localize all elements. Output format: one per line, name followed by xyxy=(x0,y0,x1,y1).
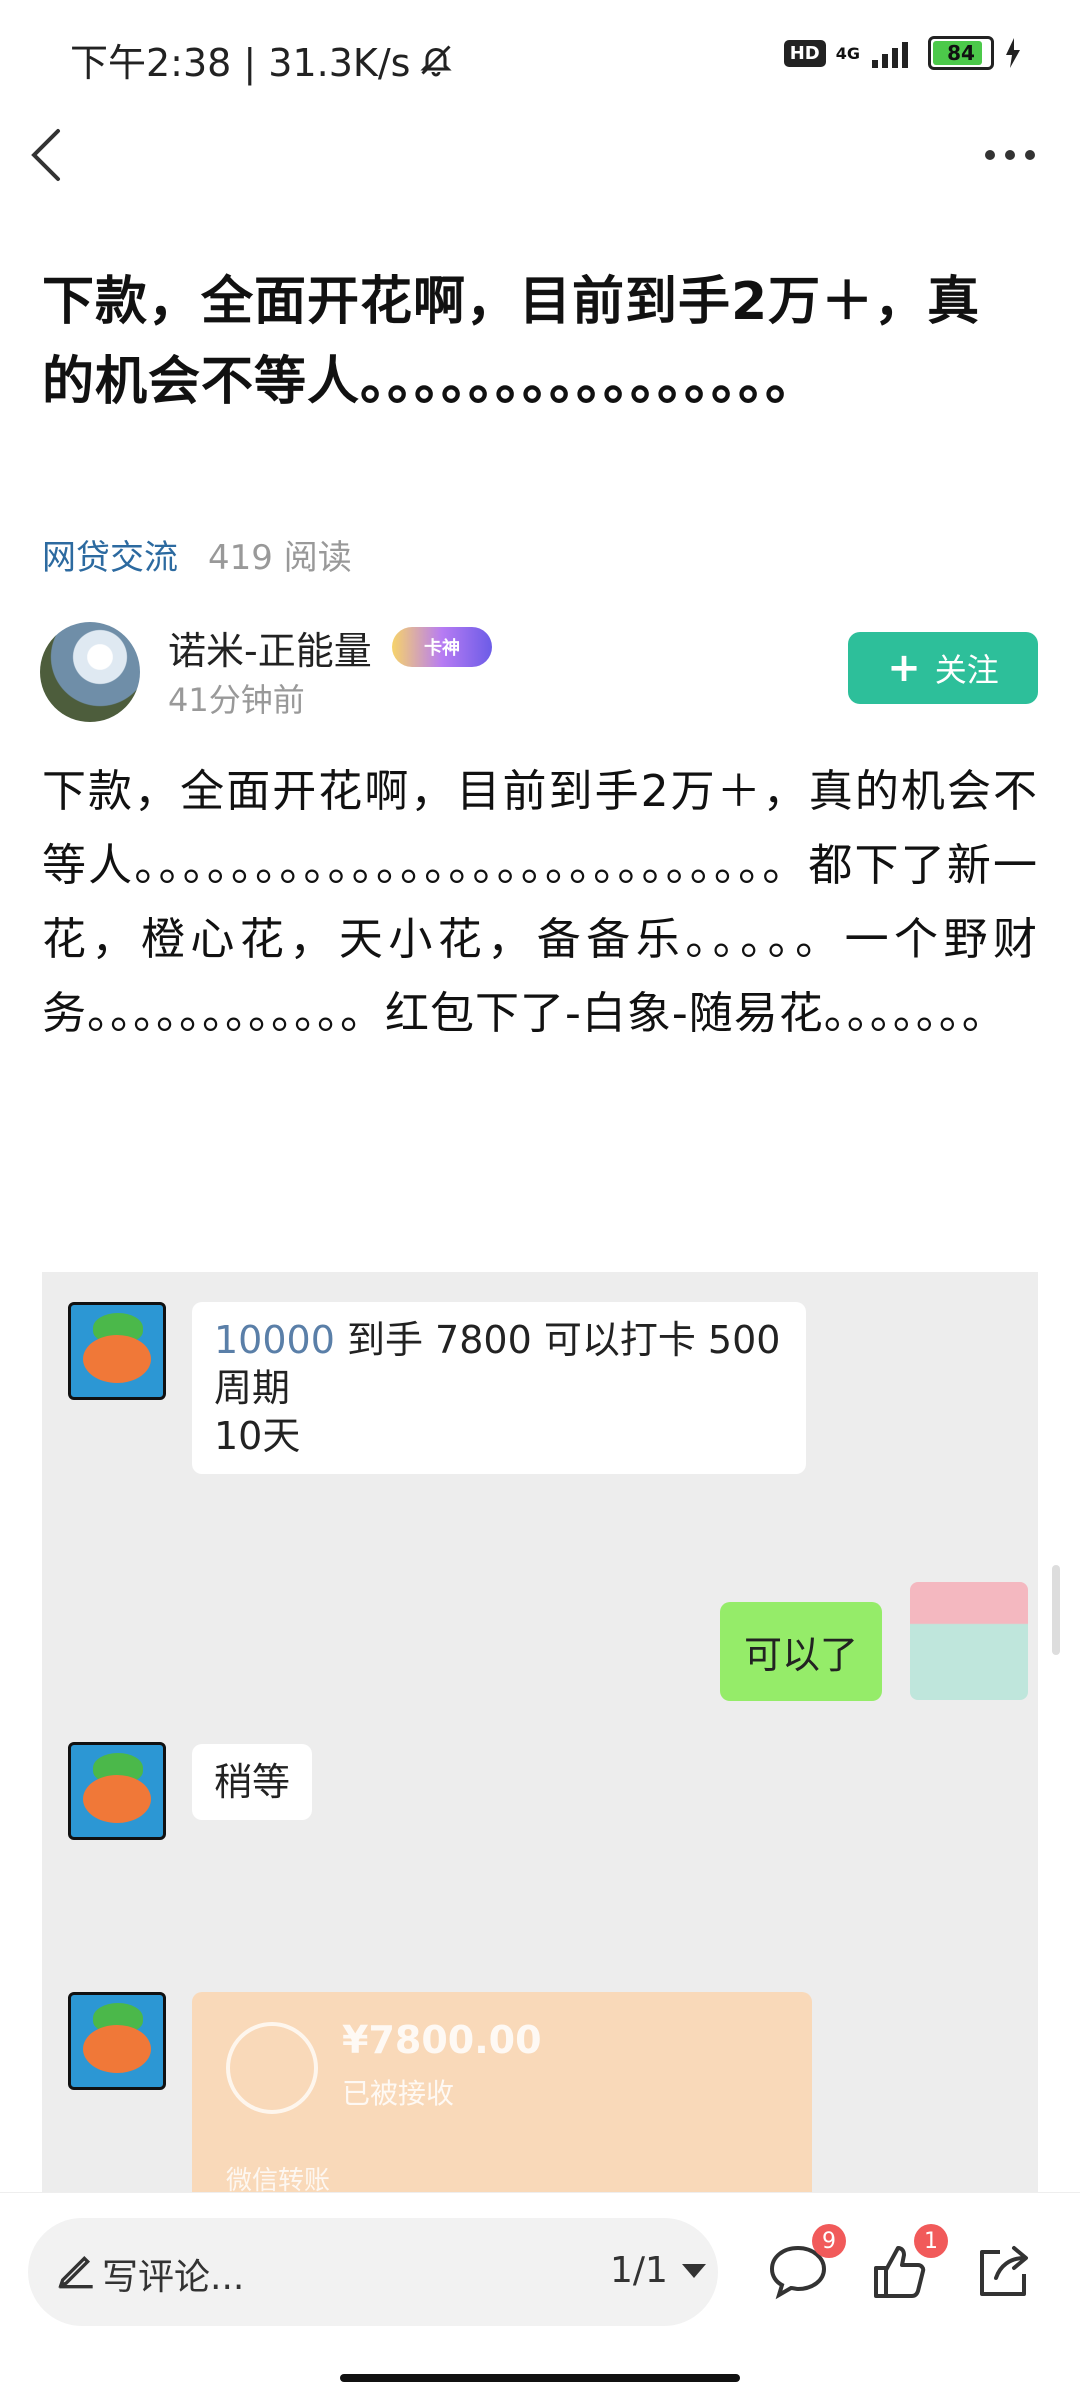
article-meta: 网贷交流 419 阅读 xyxy=(42,530,352,579)
time-speed-text: 下午2:38 | 31.3K/s xyxy=(70,41,411,85)
author-name[interactable]: 诺米-正能量 xyxy=(168,620,372,675)
battery-level: 84 xyxy=(947,41,975,65)
offer-amount: 10000 xyxy=(214,1318,335,1362)
status-time-speed: 下午2:38 | 31.3K/s xyxy=(70,32,454,87)
transfer-status: 已被接收 xyxy=(342,2077,455,2110)
read-count: 419 阅读 xyxy=(208,538,352,578)
contact-avatar xyxy=(68,1992,166,2090)
pencil-icon xyxy=(58,2255,93,2289)
contact-avatar xyxy=(68,1302,166,1400)
page-selector[interactable]: 1/1 xyxy=(610,2250,706,2291)
signal-icon xyxy=(872,42,908,68)
chat-bubble-wait: 稍等 xyxy=(192,1744,313,1820)
chevron-down-icon xyxy=(681,2263,706,2278)
chat-screenshot[interactable]: 10000 到手 7800 可以打卡 500 周期 10天 可以了 稍等 ¥78… xyxy=(42,1272,1038,2192)
battery-icon: 84 xyxy=(928,36,994,70)
category-link[interactable]: 网贷交流 xyxy=(42,530,178,579)
user-avatar xyxy=(910,1582,1028,1700)
mute-bell-icon xyxy=(420,44,453,76)
contact-avatar xyxy=(68,1742,166,1840)
post-time: 41分钟前 xyxy=(168,681,305,719)
back-arrow-icon[interactable] xyxy=(22,125,72,185)
network-label: 4G xyxy=(835,43,860,63)
scrollbar[interactable] xyxy=(1052,1565,1060,1655)
hd-badge: HD xyxy=(783,39,826,67)
follow-button[interactable]: + 关注 xyxy=(848,632,1038,704)
home-indicator[interactable] xyxy=(340,2374,740,2382)
transfer-card: ¥7800.00 已被接收 微信转账 xyxy=(192,1992,812,2192)
chat-bubble-offer: 10000 到手 7800 可以打卡 500 周期 10天 xyxy=(192,1302,806,1474)
transfer-label: 微信转账 xyxy=(226,2166,331,2192)
author-badge: 卡神 xyxy=(392,627,492,667)
charging-icon xyxy=(1006,38,1020,68)
offer-period: 10天 xyxy=(214,1414,301,1458)
follow-label: 关注 xyxy=(934,651,999,689)
plus-icon: + xyxy=(887,645,921,691)
page-indicator: 1/1 xyxy=(610,2250,668,2291)
share-icon[interactable] xyxy=(970,2240,1034,2304)
author-avatar[interactable] xyxy=(40,622,140,722)
comment-count-badge: 9 xyxy=(812,2224,846,2258)
like-count-badge: 1 xyxy=(914,2224,948,2258)
article-body: 下款，全面开花啊，目前到手2万＋，真的机会不等人。。。。。。。。。。。。。。。。… xyxy=(42,766,1038,1039)
chat-bubble-reply: 可以了 xyxy=(720,1602,883,1701)
comment-placeholder[interactable]: 写评论... xyxy=(102,2248,244,2300)
article-title: 下款，全面开花啊，目前到手2万＋，真的机会不等人。。。。。。。。。。。。。。。。 xyxy=(42,272,981,412)
check-circle-icon xyxy=(226,2022,318,2114)
status-icons: HD 4G 84 xyxy=(783,36,1022,70)
transfer-amount: ¥7800.00 xyxy=(342,2018,542,2062)
more-options-icon[interactable] xyxy=(980,140,1040,170)
